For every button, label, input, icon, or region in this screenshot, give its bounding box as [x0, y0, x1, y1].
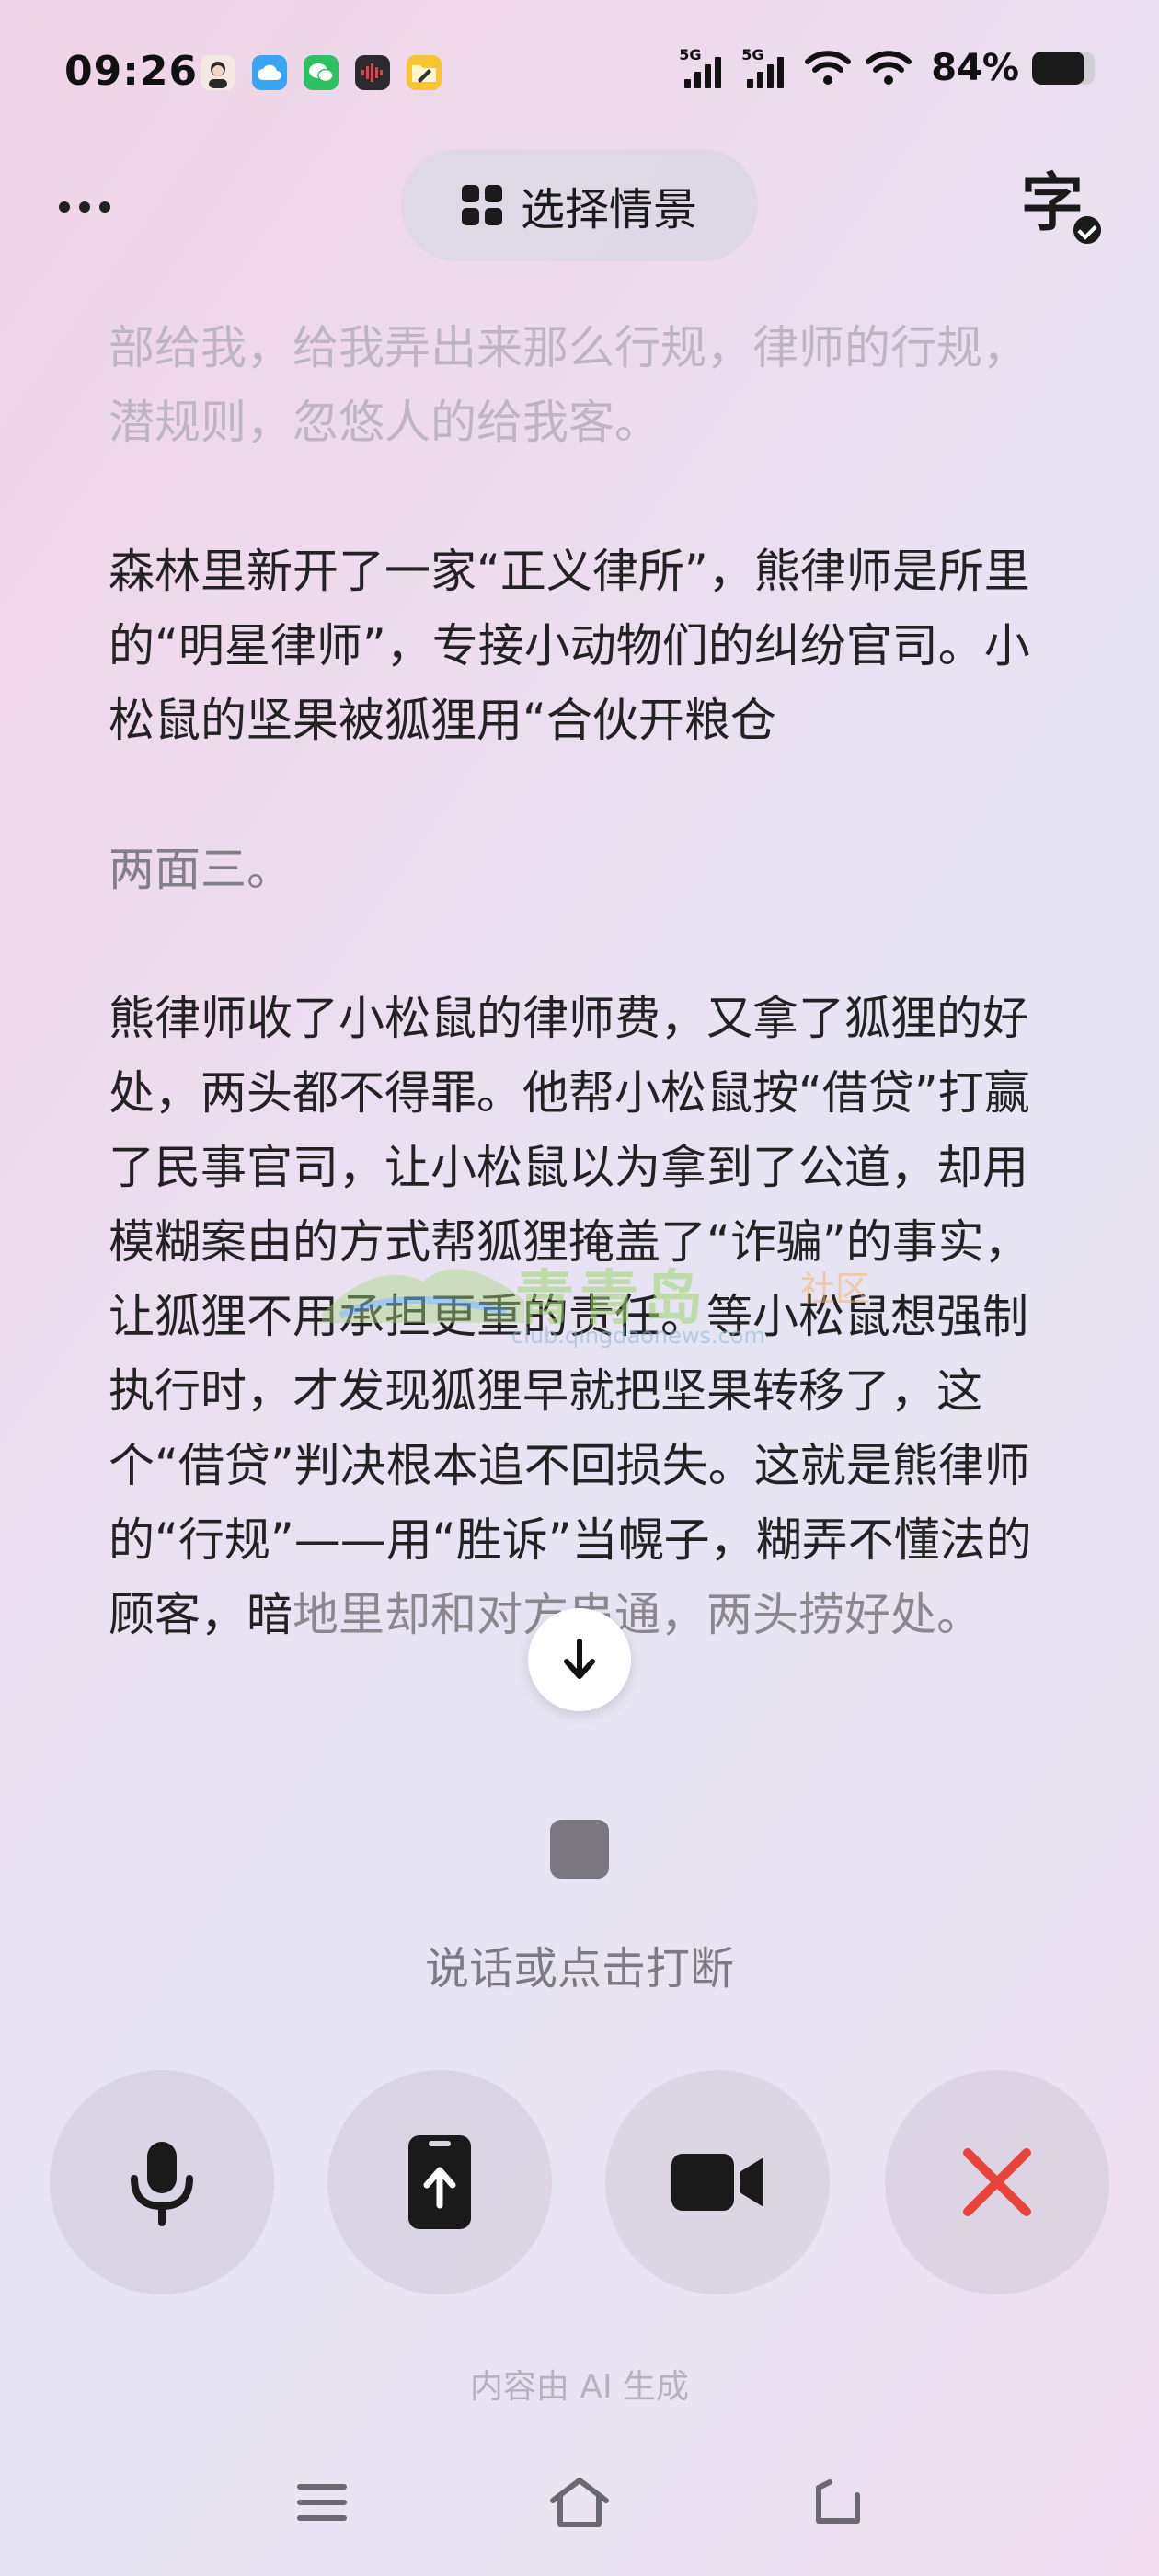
transcript-paragraph: 部给我，给我弄出来那么行规，律师的行规，潜规则，忽悠人的给我客。 — [109, 321, 1028, 449]
back-nav-button[interactable] — [800, 2466, 874, 2539]
voice-recorder-icon — [355, 55, 390, 90]
avatar-icon — [201, 55, 235, 90]
share-screen-button[interactable] — [327, 2070, 552, 2294]
wifi-icon — [865, 49, 912, 87]
microphone-icon — [131, 2142, 193, 2226]
home-icon — [550, 2478, 609, 2527]
scroll-down-button[interactable] — [528, 1608, 631, 1711]
battery-level — [1032, 52, 1085, 85]
select-scene-label: 选择情景 — [520, 184, 697, 236]
share-screen-icon — [408, 2135, 471, 2229]
microphone-button[interactable] — [50, 2070, 274, 2294]
ai-generated-note: 内容由 AI 生成 — [469, 2368, 690, 2406]
video-camera-button[interactable] — [605, 2070, 830, 2294]
battery-percentage: 84% — [931, 47, 1019, 89]
transcript-paragraph: 熊律师收了小松鼠的律师费，又拿了狐狸的好处，两头都不得罪。他帮小松鼠按“借贷”打… — [109, 982, 1065, 1652]
caption-toggle-button[interactable]: 字 — [1016, 166, 1104, 254]
transcript-text-tail: 地里却和对方串通，两头捞好处。 — [293, 1588, 982, 1641]
back-icon — [816, 2479, 860, 2524]
dot — [99, 201, 110, 213]
dot — [79, 201, 90, 213]
notification-icons — [201, 55, 442, 90]
signal-5g-icon: 5G — [679, 46, 729, 90]
wechat-icon — [304, 55, 339, 90]
interrupt-hint: 说话或点击打断 — [424, 1943, 734, 1995]
menu-icon — [297, 2484, 347, 2521]
signal-5g-icon: 5G — [741, 46, 791, 90]
grid-icon — [461, 185, 502, 225]
navigation-bar — [0, 2466, 1159, 2558]
call-controls — [50, 2070, 1109, 2294]
status-bar: 09:26 5G 5G 84% — [0, 0, 1159, 156]
more-options-button[interactable] — [59, 184, 132, 230]
transcript-paragraph: 两面三。 — [109, 843, 293, 896]
battery-icon — [1032, 52, 1095, 85]
wifi-icon — [804, 49, 852, 87]
video-camera-icon — [671, 2154, 763, 2211]
check-icon — [1071, 213, 1104, 247]
stop-speaking-button[interactable] — [550, 1820, 609, 1879]
select-scene-button[interactable]: 选择情景 — [401, 149, 758, 261]
cloud-icon — [252, 55, 287, 90]
status-indicators: 5G 5G 84% — [679, 46, 1095, 90]
arrow-down-icon — [564, 1639, 595, 1679]
close-icon — [963, 2148, 1031, 2216]
transcript-paragraph: 森林里新开了一家“正义律所”，熊律师是所里的“明星律师”，专接小动物们的纠纷官司… — [109, 545, 1030, 747]
transcript: 部给我，给我弄出来那么行规，律师的行规，潜规则，忽悠人的给我客。 森林里新开了一… — [109, 311, 1065, 1652]
status-time: 09:26 — [64, 48, 199, 95]
close-button[interactable] — [885, 2070, 1109, 2294]
dot — [59, 201, 70, 213]
folder-icon — [407, 55, 442, 90]
home-nav-button[interactable] — [543, 2466, 616, 2539]
menu-nav-button[interactable] — [285, 2466, 359, 2539]
transcript-text: 熊律师收了小松鼠的律师费，又拿了狐狸的好处，两头都不得罪。他帮小松鼠按“借贷”打… — [109, 992, 1032, 1641]
